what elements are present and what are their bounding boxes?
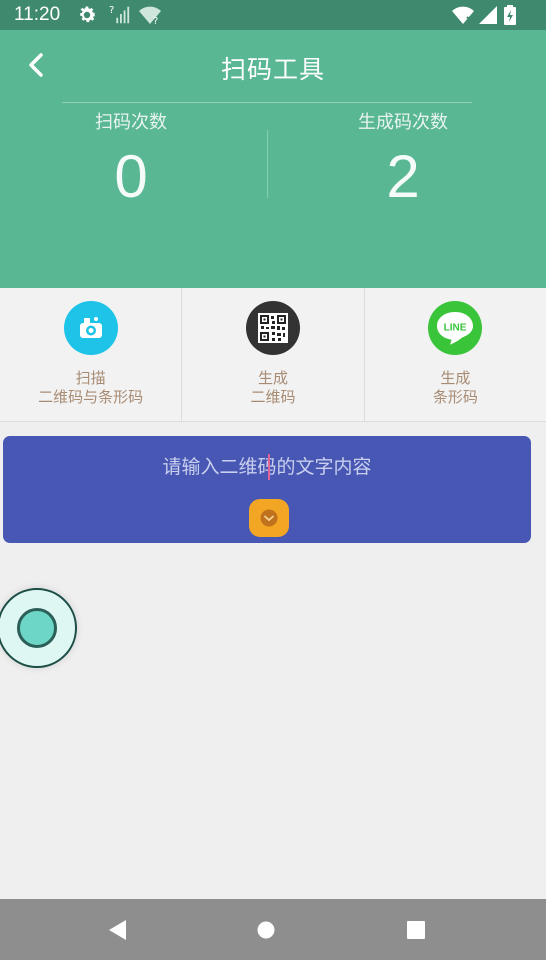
svg-text:LINE: LINE	[444, 323, 467, 334]
generate-count-value: 2	[386, 143, 420, 210]
svg-text:?: ?	[153, 16, 158, 26]
generate-qr-label-2: 二维码	[250, 388, 296, 406]
scan-count-stat: 扫码次数 0	[31, 108, 231, 211]
text-input-card: 请输入二维码的文字内容	[3, 436, 531, 543]
back-triangle-icon	[109, 920, 126, 940]
tool-row: 扫描 二维码与条形码 生成 二维码 LINE 生成 条形码	[0, 288, 546, 422]
cell-signal-icon	[479, 6, 497, 24]
scan-tool-label-2: 二维码与条形码	[38, 388, 144, 406]
gear-icon	[80, 6, 96, 23]
floating-assist-ball-icon[interactable]	[0, 588, 77, 668]
nav-recents-button[interactable]	[403, 917, 429, 943]
camera-scan-icon	[63, 301, 118, 355]
generate-qr-button[interactable]: 生成 二维码	[181, 288, 363, 421]
status-bar: 11:20 ? ?	[0, 0, 546, 30]
recents-square-icon	[407, 921, 425, 939]
qr-text-input[interactable]: 请输入二维码的文字内容	[3, 452, 531, 479]
signal-unknown-icon: ?	[109, 5, 130, 24]
line-logo-icon: LINE	[428, 301, 483, 355]
battery-charging-icon	[504, 5, 516, 25]
qr-code-icon	[245, 301, 300, 355]
page-title: 扫码工具	[220, 55, 325, 84]
nav-back-button[interactable]	[104, 917, 130, 943]
text-cursor	[268, 454, 270, 480]
scan-tool-button[interactable]: 扫描 二维码与条形码	[0, 288, 181, 421]
wifi-question-icon: ?	[139, 6, 161, 26]
nav-home-button[interactable]	[253, 917, 279, 943]
scan-count-value: 0	[114, 143, 148, 210]
generate-barcode-label-1: 生成	[440, 369, 471, 387]
generate-barcode-label-2: 条形码	[432, 388, 478, 406]
status-time: 11:20	[14, 4, 61, 25]
generate-count-stat: 生成码次数 2	[303, 108, 503, 211]
generate-qr-label-1: 生成	[257, 369, 288, 387]
expand-button[interactable]	[249, 499, 289, 537]
home-circle-icon	[257, 921, 275, 939]
scan-tool-label-1: 扫描	[75, 369, 106, 387]
scan-count-label: 扫码次数	[95, 112, 167, 133]
stat-divider	[267, 130, 268, 198]
navigation-bar	[0, 899, 546, 960]
generate-count-label: 生成码次数	[358, 112, 448, 133]
svg-text:?: ?	[109, 5, 114, 16]
chevron-down-circle-icon	[260, 509, 278, 527]
header: 扫码工具 扫码次数 0 生成码次数 2	[0, 30, 546, 288]
generate-barcode-button[interactable]: LINE 生成 条形码	[363, 288, 546, 421]
header-divider	[62, 102, 472, 103]
wifi-off-icon	[452, 6, 474, 24]
floating-ball-core	[17, 608, 57, 648]
